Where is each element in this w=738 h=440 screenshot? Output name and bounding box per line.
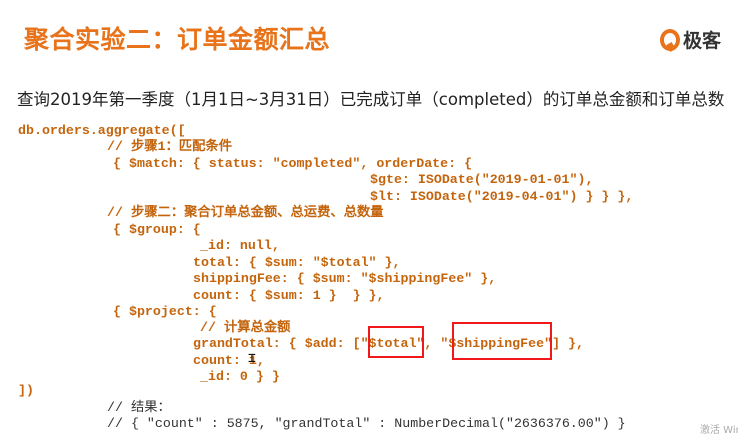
logo: 极客 — [660, 26, 721, 53]
code-line: count: { $sum: 1 } } }, — [193, 288, 385, 303]
text-cursor-icon: ⌶ — [248, 351, 256, 366]
result-comment: // 结果： — [107, 400, 171, 415]
code-comment: // 计算总金额 — [200, 320, 291, 335]
code-line: { $project: { — [113, 304, 217, 319]
task-description: 查询2019年第一季度（1月1日~3月31日）已完成订单（completed）的… — [17, 90, 725, 109]
highlight-box-total — [368, 326, 424, 358]
code-line: { $group: { — [113, 222, 201, 237]
code-line: ]) — [18, 383, 34, 398]
result-comment: // { "count" : 5875, "grandTotal" : Numb… — [107, 416, 626, 431]
highlight-box-shippingfee — [452, 322, 552, 360]
code-line: $lt: ISODate("2019-04-01") } } }, — [370, 189, 634, 204]
code-line: $gte: ISODate("2019-01-01"), — [370, 172, 594, 187]
slide-title: 聚合实验二：订单金额汇总 — [24, 25, 331, 54]
code-line: { $match: { status: "completed", orderDa… — [113, 156, 473, 171]
code-line: total: { $sum: "$total" }, — [193, 255, 401, 270]
logo-icon — [660, 28, 680, 51]
code-comment: // 步骤1：匹配条件 — [107, 139, 232, 154]
code-line: shippingFee: { $sum: "$shippingFee" }, — [193, 271, 497, 286]
watermark: 激活 Wind — [700, 425, 738, 436]
code-comment: // 步骤二：聚合订单总金额、总运费、总数量 — [107, 205, 384, 220]
code-line: _id: null, — [200, 238, 280, 253]
code-line: db.orders.aggregate([ — [18, 123, 186, 138]
logo-text: 极客 — [683, 30, 722, 52]
code-line: _id: 0 } } — [200, 369, 280, 384]
slide: 聚合实验二：订单金额汇总 极客 查询2019年第一季度（1月1日~3月31日）已… — [0, 0, 738, 440]
